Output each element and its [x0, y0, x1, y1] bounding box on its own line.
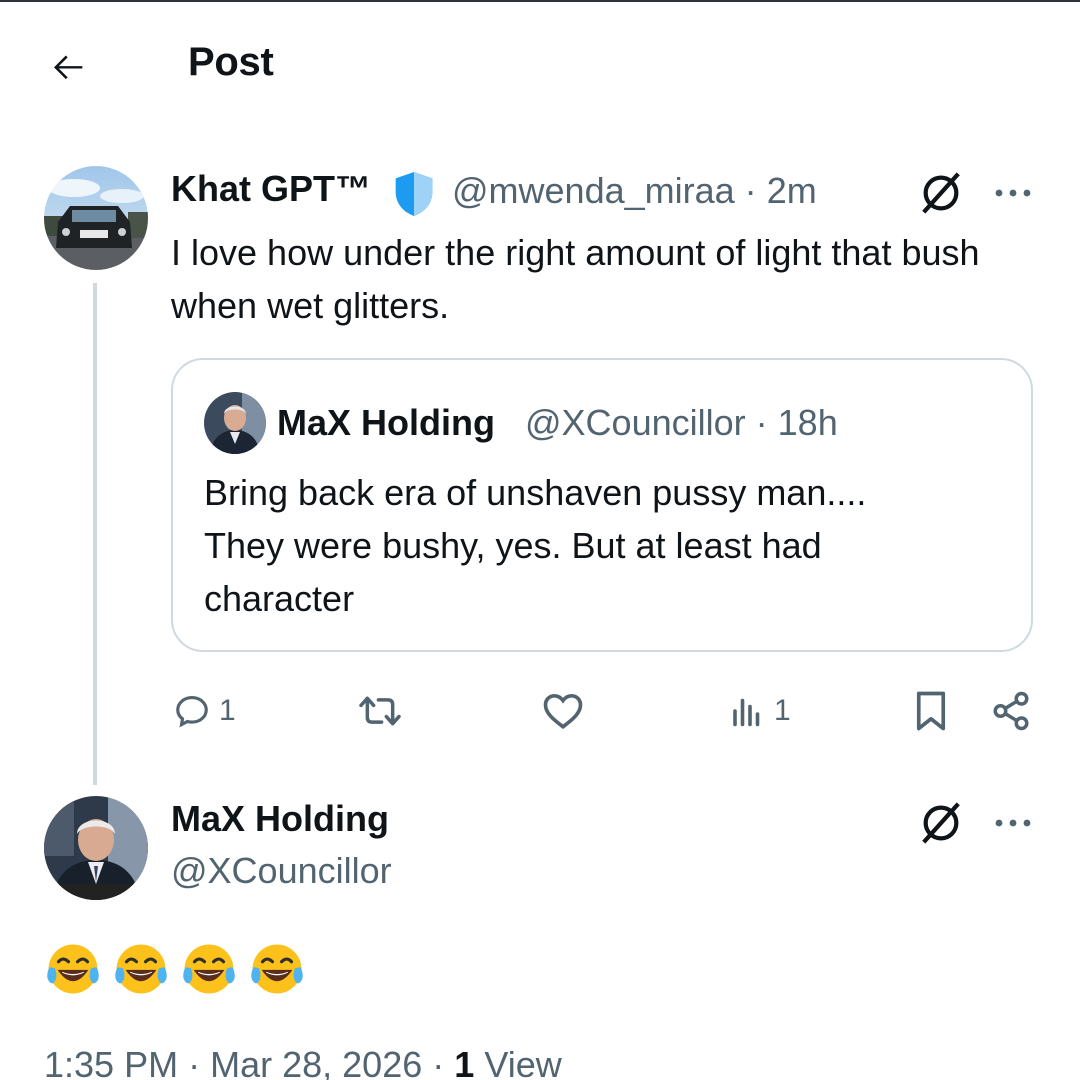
more-dots-icon — [995, 819, 1031, 827]
more-options-button[interactable] — [990, 178, 1036, 208]
reply-author-name[interactable]: MaX Holding — [171, 798, 389, 840]
reply-more-options-button[interactable] — [990, 808, 1036, 838]
grok-button[interactable] — [918, 170, 964, 216]
reply-text-emojis — [44, 940, 306, 998]
timestamp-separator: · — [188, 1044, 201, 1080]
author-meta: @mwenda_miraa · 2m — [452, 170, 817, 212]
face-with-tears-of-joy-icon — [115, 944, 167, 994]
face-with-tears-of-joy-icon — [251, 944, 303, 994]
post-page: Post Khat GPT™ @mwenda_miraa · 2m I love… — [0, 0, 1080, 1080]
like-button[interactable] — [542, 688, 584, 734]
share-button[interactable] — [990, 688, 1032, 734]
view-count: 1 — [454, 1044, 475, 1080]
avatar-photo-man — [204, 392, 266, 454]
quote-text: Bring back era of unshaven pussy man....… — [204, 466, 1004, 625]
blue-shield-icon — [395, 172, 433, 216]
more-dots-icon — [995, 189, 1031, 197]
quote-author-handle: @XCouncillor — [525, 402, 746, 443]
author-display-name[interactable]: Khat GPT™ — [171, 168, 371, 210]
post-timestamp: 1:35 PM · Mar 28, 2026 · 1 View — [44, 1044, 562, 1080]
reply-count: 1 — [219, 694, 236, 727]
timestamp-separator: · — [432, 1044, 445, 1080]
face-with-tears-of-joy-icon — [183, 944, 235, 994]
quoted-post-card[interactable]: MaX Holding @XCouncillor · 18h Bring bac… — [171, 358, 1033, 652]
reply-author-handle[interactable]: @XCouncillor — [171, 850, 392, 892]
quote-text-line: Bring back era of unshaven pussy man.... — [204, 472, 867, 513]
quote-text-line: They were bushy, yes. But at least had — [204, 525, 822, 566]
post-time[interactable]: 2m — [767, 170, 817, 211]
grok-icon — [922, 802, 960, 844]
top-divider — [0, 0, 1080, 2]
views-chart-icon — [733, 698, 760, 727]
tweet-text: I love how under the right amount of lig… — [171, 232, 980, 326]
grok-icon — [922, 172, 960, 214]
avatar-khat-gpt[interactable] — [44, 166, 148, 270]
author-handle[interactable]: @mwenda_miraa — [452, 170, 735, 211]
meta-separator: · — [744, 170, 757, 211]
heart-icon — [543, 693, 583, 730]
face-with-tears-of-joy-icon — [47, 944, 99, 994]
back-button[interactable] — [46, 44, 92, 90]
avatar-photo-car — [44, 166, 148, 270]
page-title: Post — [188, 40, 274, 84]
thread-connector-line — [93, 283, 97, 785]
avatar-photo-man-large — [44, 796, 148, 900]
quote-meta-separator: · — [755, 402, 768, 443]
arrow-left-icon — [54, 55, 83, 80]
reply-author-avatar[interactable] — [44, 796, 148, 900]
quote-post-time: 18h — [777, 402, 838, 443]
timestamp-date: Mar 28, 2026 — [210, 1044, 423, 1080]
repost-icon — [359, 696, 401, 726]
view-label[interactable]: View — [484, 1044, 561, 1080]
reply-grok-button[interactable] — [918, 800, 964, 846]
timestamp-time: 1:35 PM — [44, 1044, 179, 1080]
repost-button[interactable] — [357, 688, 403, 734]
reply-button[interactable]: 1 — [173, 688, 236, 734]
views-count: 1 — [774, 694, 791, 727]
share-icon — [993, 691, 1029, 731]
quote-author-meta: @XCouncillor · 18h — [525, 402, 838, 444]
reply-bubble-icon — [176, 695, 208, 728]
quote-text-line: character — [204, 578, 355, 619]
bookmark-button[interactable] — [913, 688, 949, 734]
views-button[interactable]: 1 — [728, 688, 791, 734]
quote-author-avatar — [204, 392, 266, 454]
bookmark-icon — [916, 691, 946, 731]
quote-author-name: MaX Holding — [277, 402, 495, 443]
